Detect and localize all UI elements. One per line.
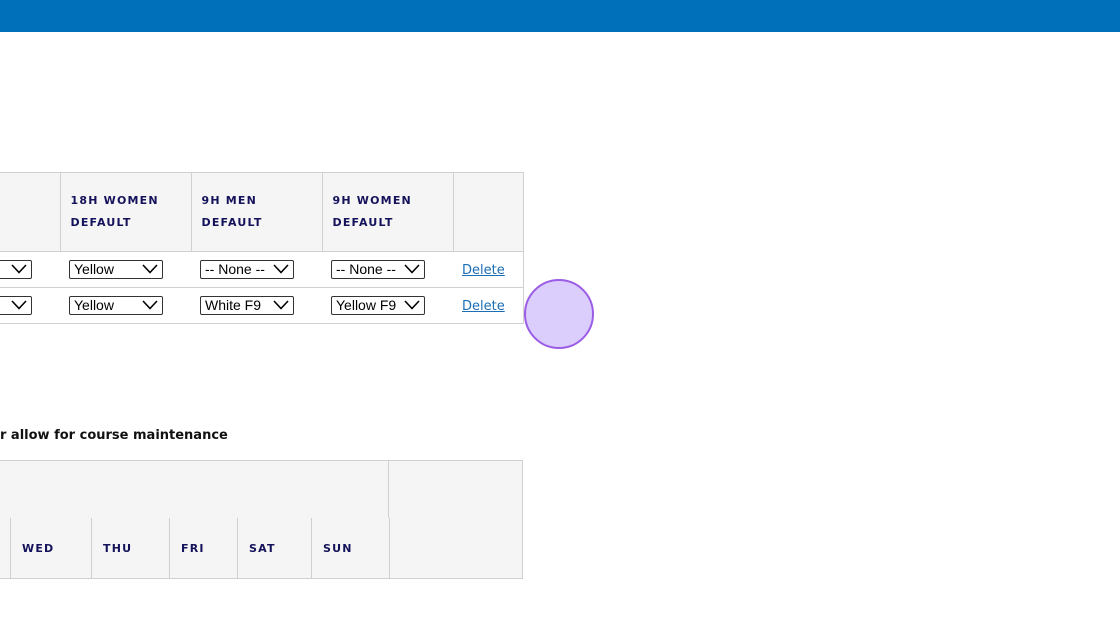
- table-cell: White F9: [191, 287, 322, 324]
- select-value: Yellow: [74, 297, 114, 314]
- header-line: DEFAULT: [332, 216, 394, 229]
- maintenance-section-label: r allow for course maintenance: [0, 428, 228, 443]
- tee-select-9h-women[interactable]: Yellow F9: [331, 295, 425, 315]
- tee-select-partial[interactable]: [0, 259, 32, 279]
- maintenance-table-header: [0, 460, 389, 519]
- select-value: -- None --: [336, 261, 396, 278]
- header-line: 9H WOMEN: [332, 194, 412, 207]
- select-value: Yellow: [74, 261, 114, 278]
- chevron-down-icon: [11, 264, 27, 274]
- column-header-18h-women-default: 18H WOMEN DEFAULT: [59, 172, 192, 252]
- table-row: Yellow -- None -- -- None -- Delete: [0, 251, 524, 288]
- select-value: White F9: [205, 297, 262, 314]
- column-header-actions: [452, 172, 524, 252]
- chevron-down-icon: [273, 264, 289, 274]
- table-cell: -- None --: [191, 251, 322, 288]
- tee-select-18h-women[interactable]: Yellow: [69, 295, 163, 315]
- table-cell-partial: [0, 287, 60, 324]
- table-cell: Yellow: [60, 287, 191, 324]
- day-header-wed: WED: [11, 518, 92, 579]
- table-cell: Yellow F9: [322, 287, 453, 324]
- day-header-sat: SAT: [238, 518, 312, 579]
- tee-defaults-table: 18H WOMEN DEFAULT 9H MEN DEFAULT 9H WOME…: [0, 172, 524, 324]
- chevron-down-icon: [142, 264, 158, 274]
- day-header-sun: SUN: [312, 518, 390, 579]
- column-header-9h-women-default: 9H WOMEN DEFAULT: [321, 172, 454, 252]
- delete-link[interactable]: Delete: [462, 299, 505, 314]
- header-line: DEFAULT: [201, 216, 263, 229]
- maintenance-days-table: WED THU FRI SAT SUN: [0, 460, 523, 579]
- header-line: 9H MEN: [201, 194, 258, 207]
- header-line: DEFAULT: [70, 216, 132, 229]
- chevron-down-icon: [404, 300, 420, 310]
- chevron-down-icon: [404, 264, 420, 274]
- tee-select-partial[interactable]: [0, 295, 32, 315]
- tee-select-9h-men[interactable]: -- None --: [200, 259, 294, 279]
- select-value: Yellow F9: [336, 297, 397, 314]
- day-header-partial: [0, 518, 11, 579]
- chevron-down-icon: [273, 300, 289, 310]
- day-header-row: WED THU FRI SAT SUN: [0, 518, 390, 579]
- top-navigation-bar: [0, 0, 1120, 32]
- chevron-down-icon: [142, 300, 158, 310]
- delete-link[interactable]: Delete: [462, 263, 505, 278]
- column-header-9h-men-default: 9H MEN DEFAULT: [190, 172, 323, 252]
- select-value: -- None --: [205, 261, 265, 278]
- day-header-thu: THU: [92, 518, 170, 579]
- table-cell: -- None --: [322, 251, 453, 288]
- table-cell: Yellow: [60, 251, 191, 288]
- header-line: 18H WOMEN: [70, 194, 159, 207]
- chevron-down-icon: [11, 300, 27, 310]
- column-header-partial: [0, 172, 61, 252]
- day-header-fri: FRI: [170, 518, 238, 579]
- tee-select-9h-women[interactable]: -- None --: [331, 259, 425, 279]
- maintenance-table-side-column: [388, 460, 523, 579]
- table-cell-actions: Delete: [453, 251, 524, 288]
- table-cell-partial: [0, 251, 60, 288]
- tee-select-9h-men[interactable]: White F9: [200, 295, 294, 315]
- tee-select-18h-women[interactable]: Yellow: [69, 259, 163, 279]
- click-indicator: [524, 279, 594, 349]
- table-header-row: 18H WOMEN DEFAULT 9H MEN DEFAULT 9H WOME…: [0, 172, 524, 252]
- table-cell-actions: Delete: [453, 287, 524, 324]
- table-row: Yellow White F9 Yellow F9 Delete: [0, 287, 524, 324]
